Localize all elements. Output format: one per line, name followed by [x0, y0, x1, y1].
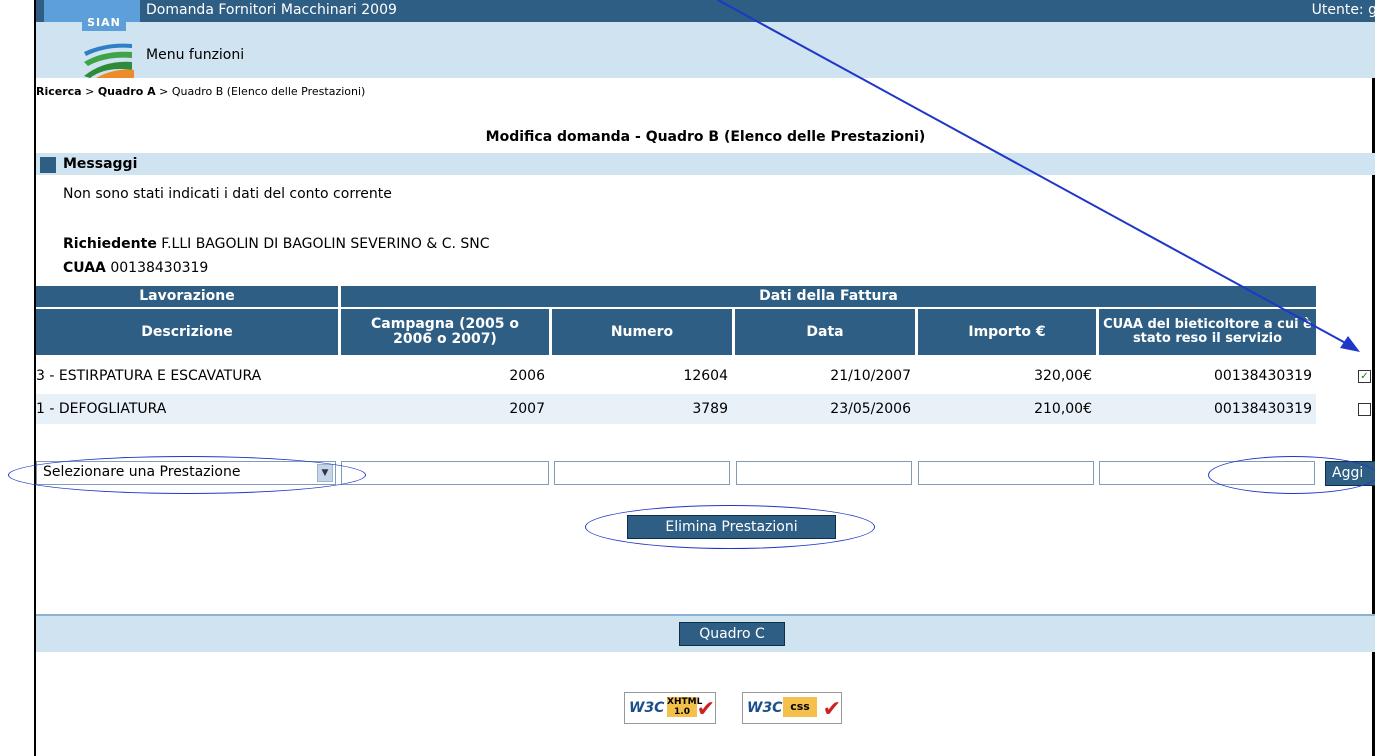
table-row-1-numero: 12604 — [683, 368, 728, 384]
data-input[interactable] — [736, 461, 912, 485]
richiedente-value: F.LLI BAGOLIN DI BAGOLIN SEVERINO & C. S… — [161, 236, 490, 252]
table-row-1-cuaa: 00138430319 — [1214, 368, 1312, 384]
table-row-1-campagna: 2006 — [509, 368, 545, 384]
messages-heading: Messaggi — [63, 156, 138, 172]
checkmark-icon: ✔ — [822, 697, 841, 722]
breadcrumb-ricerca[interactable]: Ricerca — [36, 85, 82, 98]
table-row-2-cuaa: 00138430319 — [1214, 401, 1312, 417]
table-row-2-campagna: 2007 — [509, 401, 545, 417]
quadro-c-button[interactable]: Quadro C — [679, 622, 785, 646]
table-row-1-importo: 320,00€ — [1034, 368, 1092, 384]
col-header-importo: Importo € — [918, 309, 1096, 355]
numero-input[interactable] — [554, 461, 730, 485]
sian-logo-text: SIAN — [82, 15, 126, 31]
table-row-2-numero: 3789 — [692, 401, 728, 417]
menu-bar: SIAN Menu funzioni — [36, 0, 1375, 78]
table-row-2-importo: 210,00€ — [1034, 401, 1092, 417]
checkmark-icon: ✔ — [696, 697, 715, 722]
annotation-ellipse-delete — [585, 505, 875, 549]
cuaa-label: CUAA — [63, 260, 106, 276]
breadcrumb-quadro-a[interactable]: Quadro A — [98, 85, 156, 98]
row-1-select-checkbox[interactable]: ✓ — [1358, 370, 1371, 383]
app-header-bar: Domanda Fornitori Macchinari 2009 Utente… — [36, 0, 1375, 22]
col-header-descrizione: Descrizione — [36, 309, 338, 355]
breadcrumb: Ricerca > Quadro A > Quadro B (Elenco de… — [36, 85, 366, 98]
page-title: Modifica domanda - Quadro B (Elenco dell… — [485, 129, 926, 145]
table-row-2-data: 23/05/2006 — [830, 401, 911, 417]
app-title: Domanda Fornitori Macchinari 2009 — [146, 2, 397, 18]
menu-funzioni-link[interactable]: Menu funzioni — [146, 47, 244, 63]
w3c-css-badge[interactable]: W3C css ✔ — [742, 692, 842, 724]
table-row-2-descrizione: 1 - DEFOGLIATURA — [36, 401, 167, 417]
cuaa-value: 00138430319 — [110, 260, 209, 276]
importo-input[interactable] — [918, 461, 1094, 485]
table-row-1-data: 21/10/2007 — [830, 368, 911, 384]
messages-square-icon — [40, 157, 56, 173]
group-header-lavorazione: Lavorazione — [36, 286, 338, 307]
col-header-data: Data — [735, 309, 915, 355]
w3c-xhtml-badge[interactable]: W3C XHTML 1.0 ✔ — [624, 692, 716, 724]
table-row-1-descrizione: 3 - ESTIRPATURA E ESCAVATURA — [36, 368, 262, 384]
messages-bar: Messaggi — [36, 153, 1375, 175]
annotation-ellipse-add — [1208, 456, 1375, 494]
col-header-campagna: Campagna (2005 o 2006 o 2007) — [341, 309, 549, 355]
richiedente-label: Richiedente — [63, 236, 157, 252]
group-header-dati-fattura: Dati della Fattura — [341, 286, 1316, 307]
cuaa-line: CUAA 00138430319 — [63, 260, 208, 276]
breadcrumb-quadro-b: Quadro B (Elenco delle Prestazioni) — [171, 85, 366, 98]
col-header-cuaa-bieticoltore: CUAA del bieticoltore a cui è stato reso… — [1099, 309, 1316, 355]
applicant-line: Richiedente F.LLI BAGOLIN DI BAGOLIN SEV… — [63, 236, 490, 252]
sian-logo: SIAN — [44, 0, 140, 78]
user-label: Utente: g — [1311, 2, 1375, 18]
annotation-ellipse-select — [8, 456, 366, 494]
row-2-select-checkbox[interactable] — [1358, 403, 1371, 416]
campagna-input[interactable] — [341, 461, 549, 485]
col-header-numero: Numero — [552, 309, 732, 355]
message-text: Non sono stati indicati i dati del conto… — [63, 186, 392, 202]
